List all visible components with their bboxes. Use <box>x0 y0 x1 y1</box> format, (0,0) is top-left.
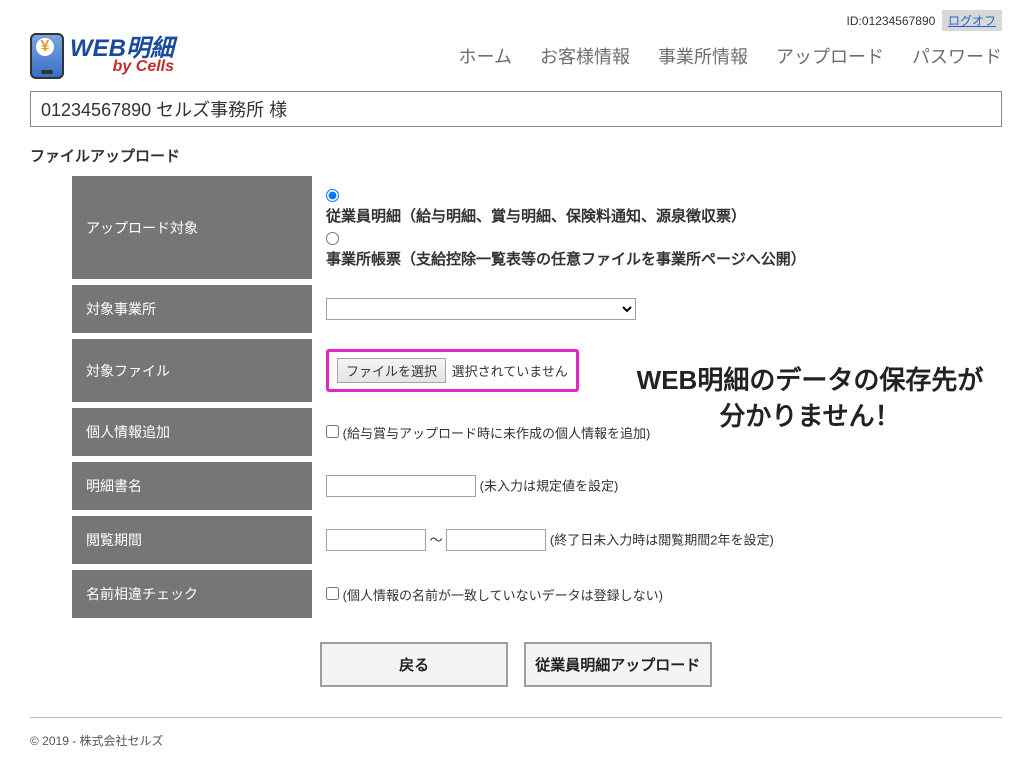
input-period-start[interactable] <box>326 529 426 551</box>
logo: WEB明細 by Cells <box>30 33 174 79</box>
office-line: 01234567890 セルズ事務所 様 <box>30 91 1002 127</box>
radio-employee[interactable] <box>326 189 339 202</box>
id-prefix: ID: <box>847 14 862 28</box>
label-target-office: 対象事業所 <box>72 285 312 333</box>
select-target-office[interactable] <box>326 298 636 320</box>
choose-file-button[interactable]: ファイルを選択 <box>337 358 446 383</box>
radio-office-doc-text: 事業所帳票（支給控除一覧表等の任意ファイルを事業所ページへ公開） <box>326 248 946 269</box>
name-check-text: (個人情報の名前が一致していないデータは登録しない) <box>343 588 663 603</box>
radio-employee-text: 従業員明細（給与明細、賞与明細、保険料通知、源泉徴収票） <box>326 205 946 226</box>
label-period: 閲覧期間 <box>72 516 312 564</box>
input-doc-name[interactable] <box>326 475 476 497</box>
upload-button[interactable]: 従業員明細アップロード <box>524 642 712 687</box>
label-target-file: 対象ファイル <box>72 339 312 402</box>
label-doc-name: 明細書名 <box>72 462 312 510</box>
label-name-check: 名前相違チェック <box>72 570 312 618</box>
logo-icon <box>30 33 64 79</box>
nav-customer[interactable]: お客様情報 <box>540 43 630 69</box>
checkbox-personal-add[interactable] <box>326 425 339 438</box>
period-tilde: ～ <box>430 533 443 548</box>
nav-office[interactable]: 事業所情報 <box>658 43 748 69</box>
personal-add-text: (給与賞与アップロード時に未作成の個人情報を追加) <box>343 426 651 441</box>
doc-name-hint: (未入力は規定値を設定) <box>480 479 619 494</box>
checkbox-name-check[interactable] <box>326 587 339 600</box>
nav-home[interactable]: ホーム <box>459 43 512 69</box>
label-personal-add: 個人情報追加 <box>72 408 312 456</box>
back-button[interactable]: 戻る <box>320 642 508 687</box>
footer: © 2019 - 株式会社セルズ <box>30 717 1002 763</box>
logoff-link[interactable]: ログオフ <box>942 10 1002 31</box>
period-hint: (終了日未入力時は閲覧期間2年を設定) <box>550 533 774 548</box>
label-upload-target: アップロード対象 <box>72 176 312 279</box>
file-none-text: 選択されていません <box>452 364 568 379</box>
main-nav: ホーム お客様情報 事業所情報 アップロード パスワード <box>459 43 1002 69</box>
input-period-end[interactable] <box>446 529 546 551</box>
radio-office-doc[interactable] <box>326 232 339 245</box>
nav-upload[interactable]: アップロード <box>776 43 884 69</box>
id-value: 01234567890 <box>862 14 935 28</box>
nav-password[interactable]: パスワード <box>912 43 1002 69</box>
page-title: ファイルアップロード <box>30 145 1002 166</box>
file-highlight-box: ファイルを選択 選択されていません <box>326 349 579 392</box>
